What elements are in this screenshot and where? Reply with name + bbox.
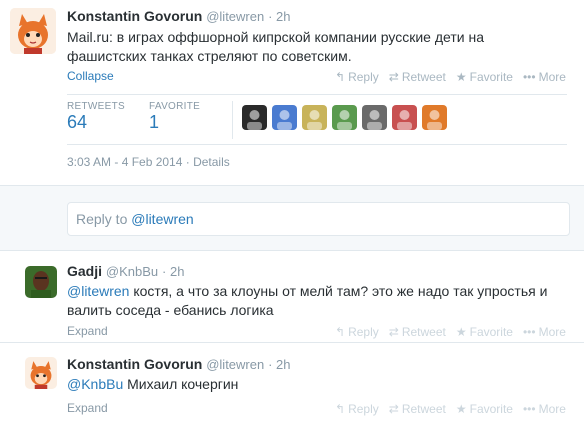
star-icon: ★ [455, 402, 467, 416]
favorite-label: Favorite [469, 325, 513, 339]
details-link[interactable]: · Details [186, 155, 230, 169]
tweet-actions: ↰ Reply ⇄ Retweet ★ Favorite ••• More [335, 70, 566, 84]
author-handle[interactable]: @litewren [206, 357, 264, 372]
reply-button[interactable]: ↰ Reply [335, 325, 379, 339]
expand-link[interactable]: Expand [67, 401, 108, 415]
favoriter-avatar[interactable] [422, 105, 447, 130]
favoriter-avatar[interactable] [392, 105, 417, 130]
tweet-text: @KnbBu Михаил кочергин [67, 375, 567, 394]
tweet-text: @litewren костя, а что за клоуны от мелй… [67, 282, 567, 320]
reply-button[interactable]: ↰ Reply [335, 402, 379, 416]
star-icon: ★ [455, 70, 467, 84]
ellipsis-icon: ••• [522, 402, 536, 416]
favorite-button[interactable]: ★ Favorite [456, 325, 513, 339]
author-handle[interactable]: @litewren [206, 9, 264, 24]
tweet-body: Михаил кочергин [123, 376, 239, 392]
retweet-button[interactable]: ⇄ Retweet [389, 70, 446, 84]
favorite-label: Favorite [469, 402, 513, 416]
more-button[interactable]: ••• More [523, 402, 566, 416]
favorite-label: Favorite [469, 70, 513, 84]
more-label: More [538, 70, 566, 84]
ellipsis-icon: ••• [522, 70, 536, 84]
reply-icon: ↰ [335, 402, 346, 416]
retweet-icon: ⇄ [388, 325, 399, 339]
retweet-label: Retweet [401, 70, 446, 84]
retweets-label: RETWEETS [67, 101, 125, 112]
author-avatar[interactable] [10, 8, 56, 54]
reply-area: Reply to @litewren [0, 185, 584, 251]
tweet-text: Mail.ru: в играх оффшорной кипрской комп… [67, 29, 484, 64]
reply-tweet[interactable]: Konstantin Govorun @litewren · 2h @KnbBu… [0, 343, 584, 422]
author-name[interactable]: Konstantin Govorun [67, 8, 202, 24]
retweet-label: Retweet [401, 402, 446, 416]
divider [67, 144, 567, 145]
favorite-button[interactable]: ★ Favorite [456, 70, 513, 84]
reply-input[interactable]: Reply to @litewren [67, 202, 570, 236]
more-label: More [538, 402, 566, 416]
retweet-button[interactable]: ⇄ Retweet [389, 325, 446, 339]
favoriter-avatar[interactable] [302, 105, 327, 130]
favorite-stat-label: FAVORITE [149, 101, 201, 112]
favoriter-avatar[interactable] [242, 105, 267, 130]
retweet-button[interactable]: ⇄ Retweet [389, 402, 446, 416]
expand-link[interactable]: Expand [67, 324, 108, 338]
favoriter-avatar[interactable] [272, 105, 297, 130]
reply-button[interactable]: ↰ Reply [335, 70, 379, 84]
retweets-count: 64 [67, 112, 88, 132]
favoriter-avatar[interactable] [362, 105, 387, 130]
favorite-count: 1 [149, 112, 160, 132]
tweet-timestamp[interactable]: 3:03 AM - 4 Feb 2014 [67, 155, 182, 169]
author-avatar[interactable] [25, 266, 57, 298]
reply-label: Reply [348, 402, 379, 416]
tweet-body: костя, а что за клоуны от мелй там? это … [67, 283, 548, 318]
tweet-age[interactable]: · 2h [268, 357, 290, 372]
author-avatar[interactable] [25, 357, 57, 389]
favoriter-avatars [242, 105, 447, 130]
reply-label: Reply [348, 70, 379, 84]
favoriter-avatar[interactable] [332, 105, 357, 130]
reply-icon: ↰ [335, 325, 346, 339]
more-button[interactable]: ••• More [523, 325, 566, 339]
author-name[interactable]: Konstantin Govorun [67, 356, 202, 372]
more-button[interactable]: ••• More [523, 70, 566, 84]
divider [232, 101, 233, 139]
reply-tweet[interactable]: Gadji @KnbBu · 2h @litewren костя, а что… [0, 251, 584, 343]
reply-icon: ↰ [335, 70, 346, 84]
tweet-actions: ↰ Reply ⇄ Retweet ★ Favorite ••• More [335, 402, 566, 416]
more-label: More [538, 325, 566, 339]
reply-mention: @litewren [131, 211, 194, 227]
tweet-age[interactable]: · 2h [162, 264, 184, 279]
mention-link[interactable]: @KnbBu [67, 376, 123, 392]
reply-placeholder: Reply to [76, 211, 132, 227]
tweet-actions: ↰ Reply ⇄ Retweet ★ Favorite ••• More [335, 325, 566, 339]
author-handle[interactable]: @KnbBu [106, 264, 158, 279]
retweet-label: Retweet [401, 325, 446, 339]
collapse-link[interactable]: Collapse [67, 69, 114, 83]
favorite-button[interactable]: ★ Favorite [456, 402, 513, 416]
reply-label: Reply [348, 325, 379, 339]
star-icon: ★ [455, 325, 467, 339]
favorites-stat[interactable]: FAVORITE 1 [149, 101, 200, 133]
ellipsis-icon: ••• [522, 325, 536, 339]
retweet-icon: ⇄ [388, 70, 399, 84]
divider [67, 94, 567, 95]
retweet-icon: ⇄ [388, 402, 399, 416]
retweets-stat[interactable]: RETWEETS 64 [67, 101, 125, 133]
main-tweet: Konstantin Govorun @litewren · 2h Mail.r… [0, 0, 584, 185]
author-name[interactable]: Gadji [67, 263, 102, 279]
mention-link[interactable]: @litewren [67, 283, 129, 299]
tweet-age[interactable]: · 2h [268, 9, 290, 24]
